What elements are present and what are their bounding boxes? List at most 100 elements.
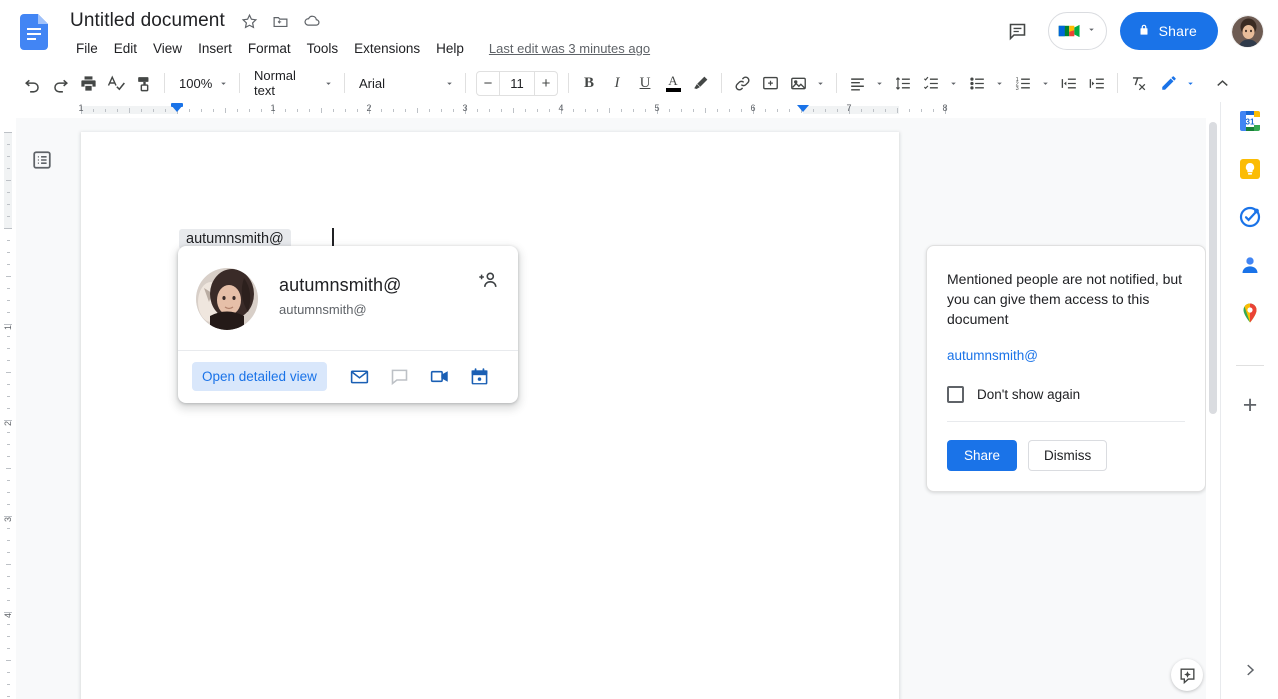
chevron-down-icon [991,78,1007,89]
ruler-tick [4,228,12,229]
bulleted-list-selector[interactable] [963,69,1009,97]
ruler-tick [129,108,130,113]
ruler-tick [7,168,10,169]
collapse-toolbar-icon[interactable] [1208,69,1236,97]
comment-history-icon[interactable] [1001,14,1035,48]
document-scrollbar-track[interactable] [1206,118,1220,699]
checklist-selector[interactable] [917,69,963,97]
vertical-ruler[interactable]: 1 2 3 4 [0,118,16,699]
paint-format-icon[interactable] [130,69,158,97]
increase-indent-icon[interactable] [1083,69,1111,97]
clear-formatting-icon[interactable] [1124,69,1152,97]
first-line-indent-marker[interactable] [171,103,183,107]
google-calendar-icon[interactable]: 31 [1235,106,1265,136]
person-email: autumnsmith@ [279,302,367,317]
ruler-tick [4,132,12,133]
document-page[interactable] [81,132,899,699]
google-tasks-icon[interactable] [1235,202,1265,232]
add-app-button[interactable]: + [1235,390,1265,420]
show-outline-icon[interactable] [25,143,59,177]
last-edit-status[interactable]: Last edit was 3 minutes ago [489,41,650,56]
ruler-tick [7,156,10,157]
print-icon[interactable] [74,69,102,97]
align-selector[interactable] [843,69,889,97]
ruler-tick [765,109,766,112]
explore-icon[interactable] [1171,659,1203,691]
notification-dismiss-button[interactable]: Dismiss [1028,440,1108,471]
menu-edit[interactable]: Edit [106,38,145,59]
document-scrollbar-thumb[interactable] [1209,122,1217,414]
move-to-folder-icon[interactable] [271,11,291,31]
chat-icon[interactable] [385,361,415,391]
dont-show-again-checkbox[interactable] [947,386,964,403]
page-title[interactable]: Untitled document [66,8,229,34]
ruler-tick [7,672,10,673]
docs-logo-icon[interactable] [20,14,48,50]
numbered-list-selector[interactable]: 123 [1009,69,1055,97]
menu-help[interactable]: Help [428,38,472,59]
right-indent-marker[interactable] [797,105,809,112]
notification-message: Mentioned people are not notified, but y… [947,271,1183,327]
menu-tools[interactable]: Tools [299,38,347,59]
menu-format[interactable]: Format [240,38,299,59]
highlight-pen-icon[interactable] [687,69,715,97]
insert-link-icon[interactable] [728,69,756,97]
zoom-selector[interactable]: 100% [171,69,233,97]
ruler-tick [7,252,10,253]
formatting-toolbar: 100% Normal text Arial − 11 + B I U A 1 … [0,64,1278,102]
notification-person-link[interactable]: autumnsmith@ [947,348,1185,363]
undo-icon[interactable] [18,69,46,97]
chevron-right-icon[interactable] [1235,655,1265,685]
decrease-indent-icon[interactable] [1055,69,1083,97]
ruler-number: 3 [462,103,468,113]
ruler-tick [105,109,106,112]
underline-button[interactable]: U [631,69,659,97]
font-size-input[interactable]: 11 [499,71,535,95]
video-call-icon[interactable] [425,361,455,391]
horizontal-ruler[interactable]: 1 1 2 3 4 5 6 7 8 [0,102,1220,118]
dont-show-again-label: Don't show again [977,387,1081,402]
calendar-icon[interactable] [465,361,495,391]
star-icon[interactable] [240,11,260,31]
ruler-tick [261,109,262,112]
line-spacing-icon[interactable] [889,69,917,97]
font-selector[interactable]: Arial [351,69,459,97]
ruler-tick [7,624,10,625]
person-hover-card[interactable]: autumnsmith@ autumnsmith@ Open detailed … [178,246,518,403]
redo-icon[interactable] [46,69,74,97]
decrease-font-size-button[interactable]: − [477,72,499,95]
notification-share-button[interactable]: Share [947,440,1018,471]
google-maps-icon[interactable] [1235,298,1265,328]
google-keep-icon[interactable] [1235,154,1265,184]
spellcheck-icon[interactable] [102,69,130,97]
dont-show-again-row[interactable]: Don't show again [947,386,1185,403]
paragraph-style-selector[interactable]: Normal text [246,68,338,98]
ruler-tick [153,109,154,112]
cloud-saved-icon[interactable] [302,11,322,31]
account-avatar[interactable] [1231,14,1264,48]
google-contacts-icon[interactable] [1235,250,1265,280]
ruler-tick [7,588,10,589]
menu-insert[interactable]: Insert [190,38,240,59]
menu-view[interactable]: View [145,38,190,59]
increase-font-size-button[interactable]: + [535,72,557,95]
open-detailed-view-button[interactable]: Open detailed view [192,361,327,391]
email-icon[interactable] [345,361,375,391]
ruler-tick [729,109,730,112]
editing-mode-selector[interactable] [1154,69,1200,97]
bold-button[interactable]: B [575,69,603,97]
menu-extensions[interactable]: Extensions [346,38,428,59]
share-button[interactable]: Share [1119,12,1218,50]
add-person-icon[interactable] [474,266,502,294]
chevron-down-icon [1037,78,1053,89]
google-meet-icon[interactable] [1047,12,1107,50]
menu-file[interactable]: File [68,38,106,59]
italic-button[interactable]: I [603,69,631,97]
ruler-number: 1 [78,103,84,113]
ruler-tick [825,109,826,112]
toolbar-divider [721,73,722,93]
insert-image-selector[interactable] [784,69,830,97]
ruler-tick [7,648,10,649]
text-color-button[interactable]: A [659,69,687,97]
add-comment-icon[interactable] [756,69,784,97]
